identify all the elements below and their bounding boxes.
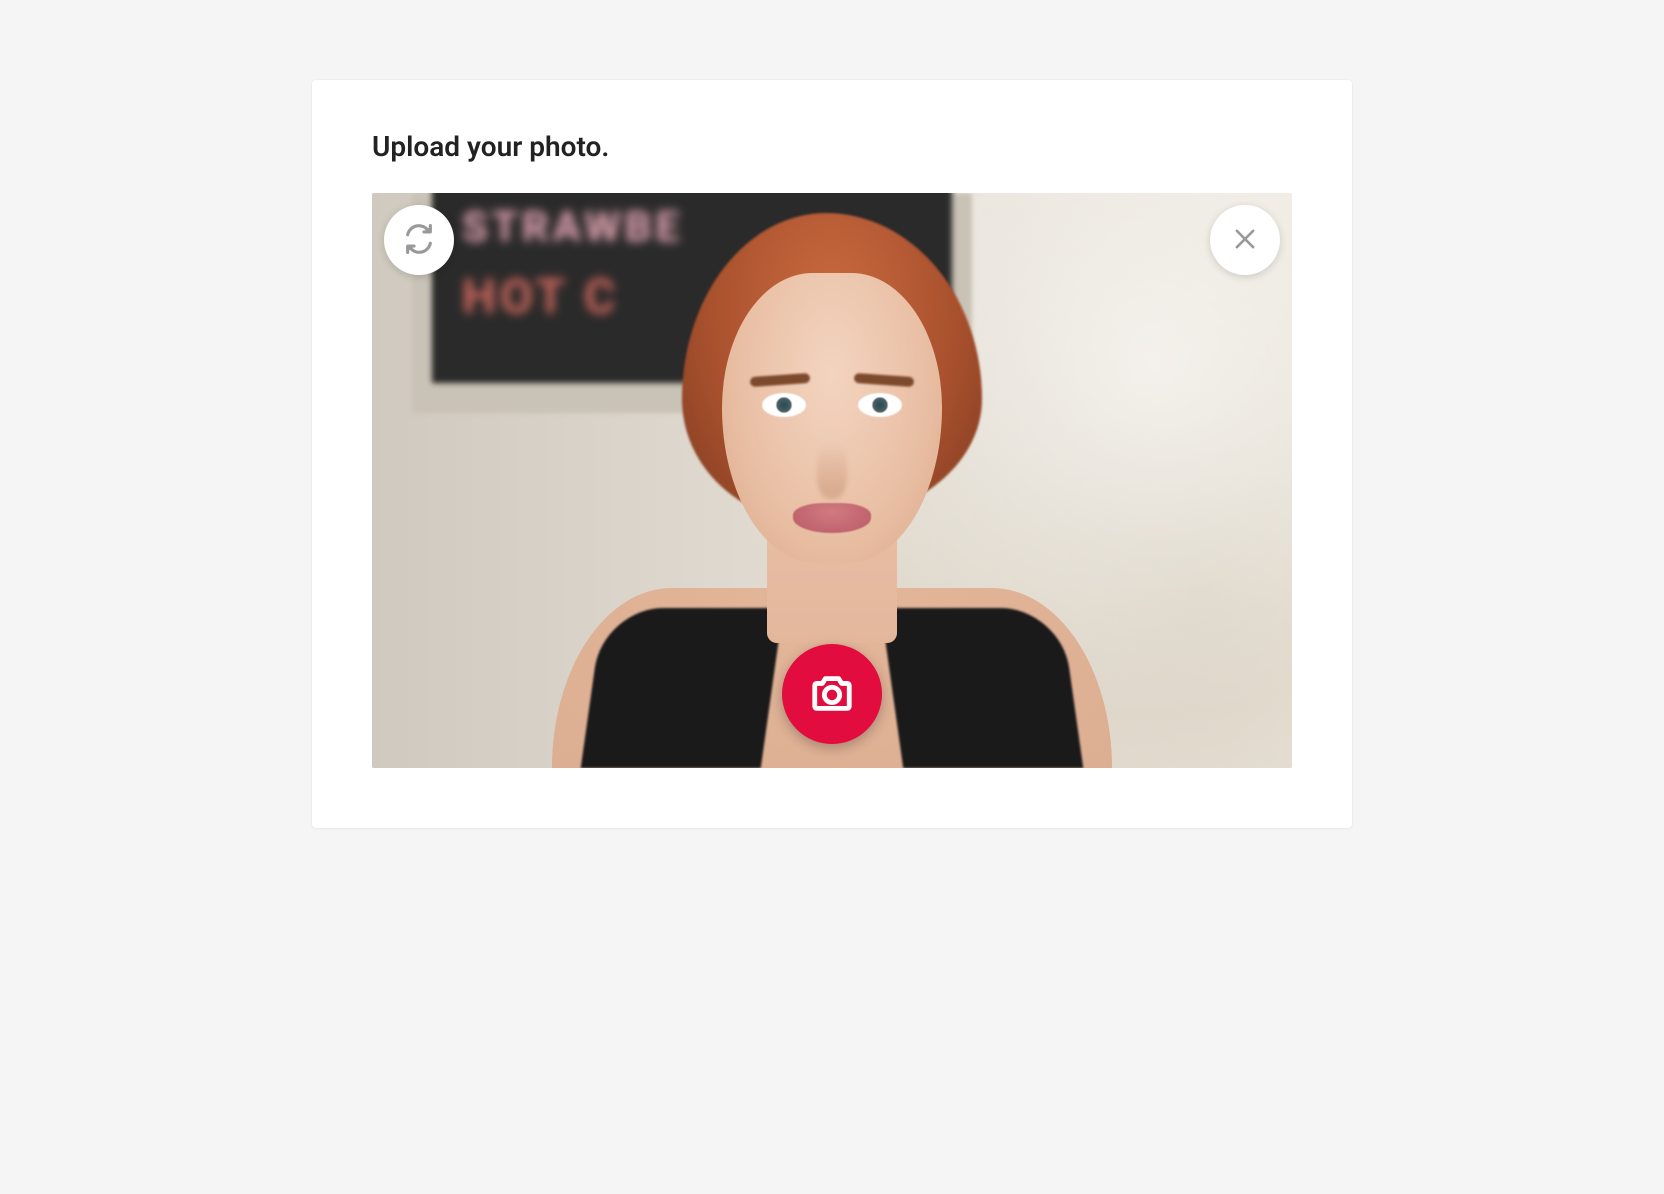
- subject-top-right: [881, 608, 1083, 768]
- subject-lips: [793, 503, 871, 533]
- camera-viewfinder: STRAWBE HOT C: [372, 193, 1292, 768]
- capture-photo-button[interactable]: [782, 644, 882, 744]
- subject-eye-left: [762, 393, 806, 417]
- upload-photo-card: Upload your photo. STRAWBE HOT C: [312, 80, 1352, 828]
- subject-nose: [817, 443, 847, 499]
- camera-icon: [809, 670, 855, 719]
- switch-camera-icon: [402, 222, 436, 259]
- card-title: Upload your photo.: [372, 130, 1292, 163]
- subject-top-left: [581, 608, 783, 768]
- switch-camera-button[interactable]: [384, 205, 454, 275]
- subject-eye-right: [858, 393, 902, 417]
- close-button[interactable]: [1210, 205, 1280, 275]
- close-icon: [1231, 225, 1259, 256]
